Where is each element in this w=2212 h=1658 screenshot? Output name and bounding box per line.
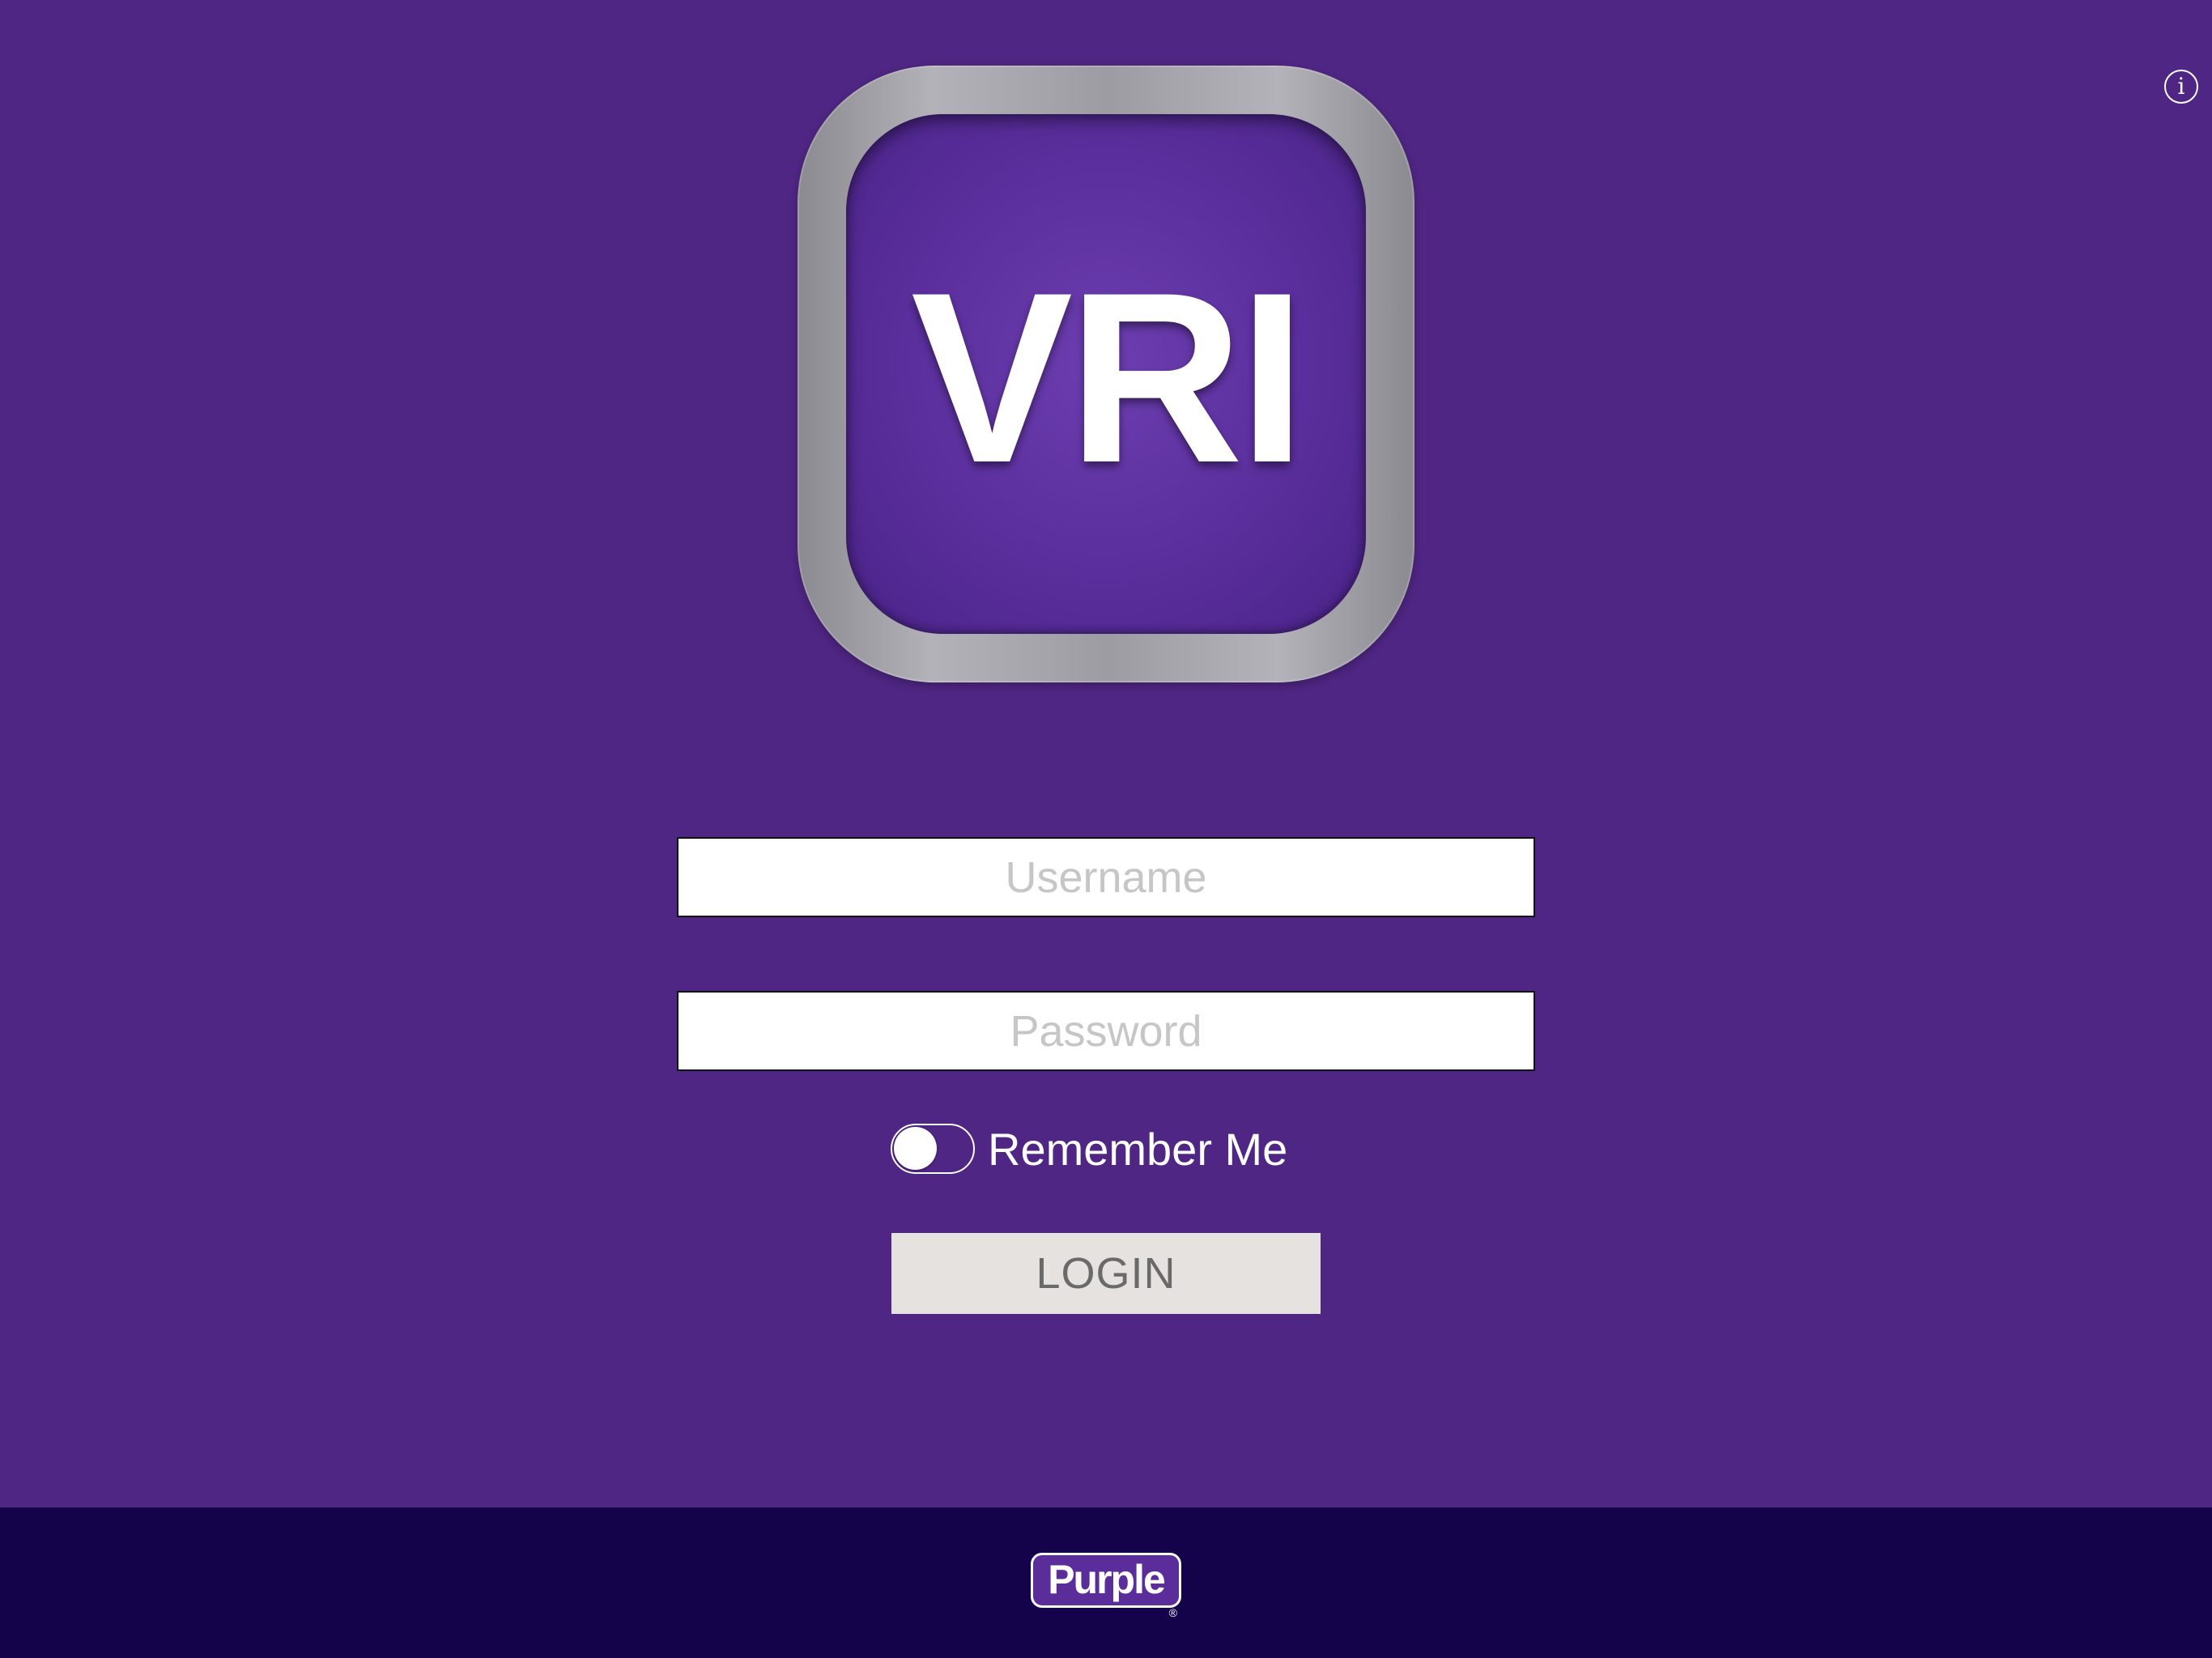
toggle-knob [894,1127,937,1170]
registered-mark: ® [1168,1606,1177,1619]
purple-logo: Purple ® [1031,1553,1181,1618]
vri-app-icon: VRI [798,66,1414,682]
purple-logo-text: Purple [1048,1557,1166,1602]
password-input[interactable] [677,991,1535,1071]
logo-text: VRI [910,241,1306,513]
info-icon: i [2177,73,2185,100]
username-input[interactable] [677,837,1535,917]
remember-me-row: Remember Me [891,1123,1287,1175]
logo-inner: VRI [846,114,1366,634]
remember-me-toggle[interactable] [891,1124,975,1174]
footer: Purple ® [0,1507,2212,1658]
remember-me-label: Remember Me [988,1123,1288,1175]
login-button[interactable]: LOGIN [891,1233,1321,1314]
info-button[interactable]: i [2164,70,2198,104]
